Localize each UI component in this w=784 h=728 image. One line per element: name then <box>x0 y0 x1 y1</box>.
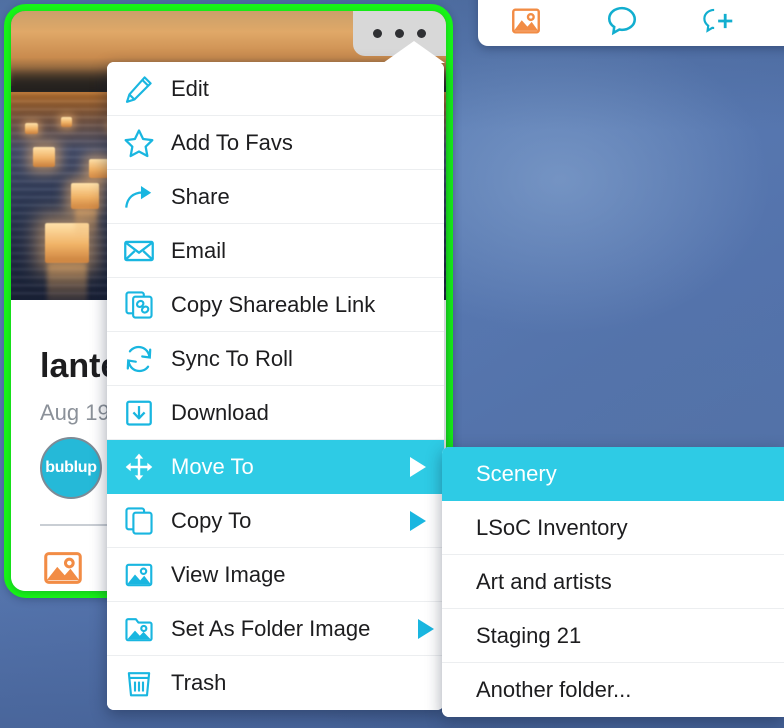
menu-item-label: Email <box>171 237 227 263</box>
menu-item-label: Add To Favs <box>171 129 293 155</box>
submenu-item-scenery[interactable]: Scenery <box>442 447 784 501</box>
menu-item-label: Set As Folder Image <box>171 615 371 641</box>
menu-item-download[interactable]: Download <box>107 386 444 440</box>
lantern <box>61 117 72 127</box>
chevron-right-icon <box>410 510 426 531</box>
envelope-icon <box>107 234 171 268</box>
menu-item-email[interactable]: Email <box>107 224 444 278</box>
submenu-item-another-folder[interactable]: Another folder... <box>442 663 784 717</box>
context-menu-pointer <box>383 41 445 63</box>
more-dot <box>373 29 382 38</box>
copy-link-icon <box>107 289 171 321</box>
image-icon <box>107 559 171 591</box>
move-to-submenu[interactable]: Scenery LSoC Inventory Art and artists S… <box>442 447 784 717</box>
menu-item-view-image[interactable]: View Image <box>107 548 444 602</box>
menu-item-trash[interactable]: Trash <box>107 656 444 710</box>
menu-item-label: Share <box>171 183 230 209</box>
menu-item-edit[interactable]: Edit <box>107 62 444 116</box>
menu-item-copy-to[interactable]: Copy To <box>107 494 444 548</box>
menu-item-label: Move To <box>171 453 254 479</box>
menu-item-label: Sync To Roll <box>171 345 293 371</box>
context-menu[interactable]: Edit Add To Favs Share Email Copy Sharea… <box>107 41 445 710</box>
more-dot <box>395 29 404 38</box>
submenu-item-staging-21[interactable]: Staging 21 <box>442 609 784 663</box>
adjacent-item-card[interactable] <box>478 0 784 46</box>
lantern-reflection <box>47 263 87 300</box>
lantern <box>71 183 99 209</box>
image-icon[interactable] <box>478 4 574 38</box>
download-icon <box>107 397 171 429</box>
move-arrows-icon <box>107 450 171 484</box>
trash-icon <box>107 667 171 699</box>
menu-item-label: Copy Shareable Link <box>171 291 376 317</box>
lantern <box>33 147 55 167</box>
menu-item-move-to[interactable]: Move To <box>107 440 444 494</box>
menu-item-copy-shareable-link[interactable]: Copy Shareable Link <box>107 278 444 332</box>
star-icon <box>107 126 171 160</box>
submenu-item-art-and-artists[interactable]: Art and artists <box>442 555 784 609</box>
menu-item-label: Download <box>171 399 269 425</box>
lantern <box>89 159 109 178</box>
adjacent-card-action-bar <box>478 0 784 46</box>
submenu-item-lsoc-inventory[interactable]: LSoC Inventory <box>442 501 784 555</box>
menu-item-label: Copy To <box>171 507 252 533</box>
lantern-reflection <box>75 209 97 235</box>
item-date: Aug 19, <box>40 400 116 425</box>
menu-item-sync-to-roll[interactable]: Sync To Roll <box>107 332 444 386</box>
image-icon[interactable] <box>40 545 86 591</box>
menu-item-set-as-folder-image[interactable]: Set As Folder Image <box>107 602 444 656</box>
more-dot <box>417 29 426 38</box>
menu-item-label: View Image <box>171 561 286 587</box>
menu-item-label: Trash <box>171 670 227 695</box>
avatar-label: bublup <box>45 459 97 476</box>
context-menu-list: Edit Add To Favs Share Email Copy Sharea… <box>107 62 444 710</box>
avatar[interactable]: bublup <box>40 437 102 499</box>
share-arrow-icon <box>107 180 171 214</box>
menu-item-label: Edit <box>171 75 209 101</box>
chevron-right-icon <box>418 618 434 639</box>
menu-item-share[interactable]: Share <box>107 170 444 224</box>
chat-bubble-icon[interactable] <box>574 3 670 39</box>
copy-icon <box>107 505 171 537</box>
menu-item-add-to-favs[interactable]: Add To Favs <box>107 116 444 170</box>
folder-image-icon <box>107 613 171 645</box>
chat-bubble-plus-icon[interactable] <box>670 3 766 39</box>
pencil-icon <box>107 73 171 105</box>
chevron-right-icon <box>410 456 426 477</box>
sync-icon <box>107 342 171 376</box>
lantern <box>25 123 38 134</box>
